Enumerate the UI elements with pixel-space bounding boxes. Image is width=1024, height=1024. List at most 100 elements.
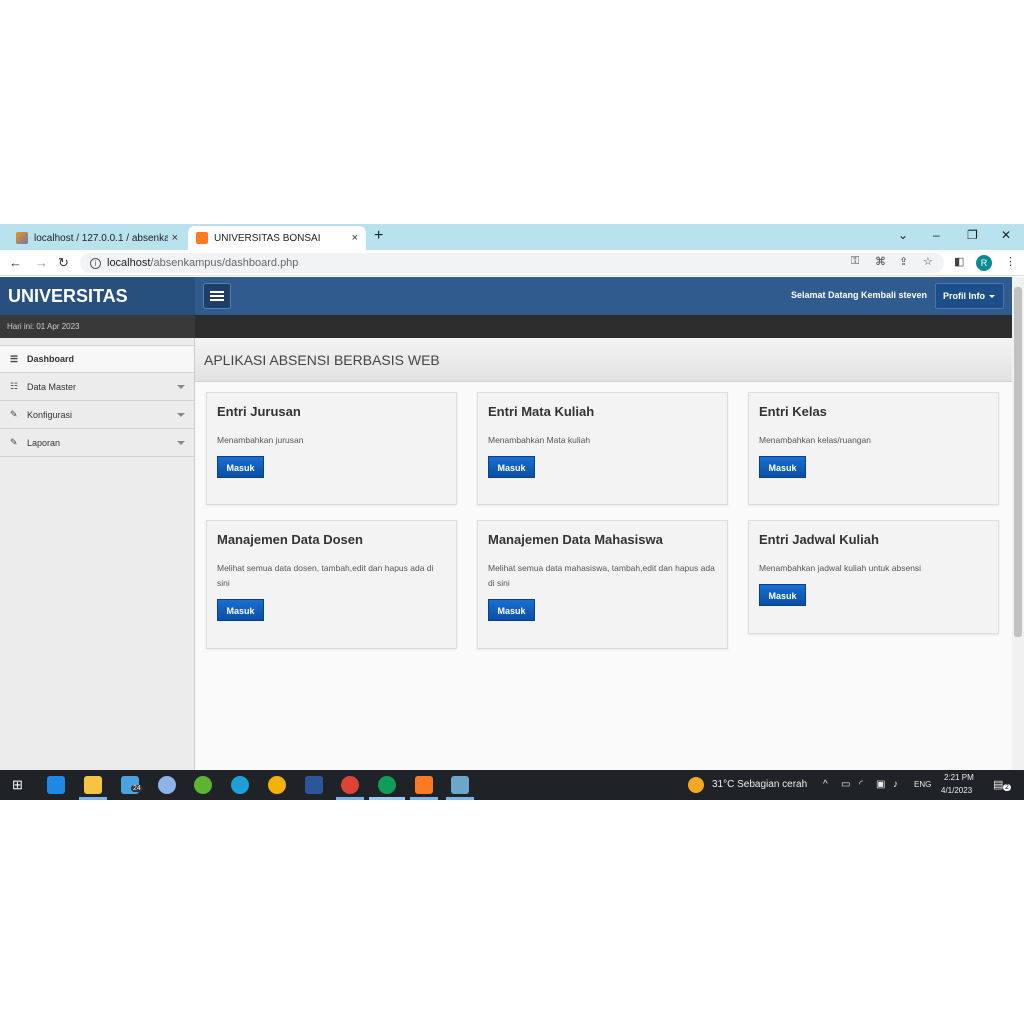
card-entri-mata-kuliah: Entri Mata Kuliah Menambahkan Mata kulia… <box>477 392 728 505</box>
card-entri-jurusan: Entri Jurusan Menambahkan jurusan Masuk <box>206 392 457 505</box>
card-description: Menambahkan Mata kuliah <box>488 435 591 445</box>
new-tab-button[interactable]: + <box>374 227 383 245</box>
wifi-icon[interactable]: ◜ <box>859 779 863 790</box>
info-icon[interactable]: i <box>90 257 101 269</box>
profile-avatar[interactable]: R <box>976 255 992 271</box>
close-window-icon[interactable]: ✕ <box>1001 228 1011 242</box>
edge-icon[interactable] <box>231 776 249 794</box>
card-entri-kelas: Entri Kelas Menambahkan kelas/ruangan Ma… <box>748 392 999 505</box>
share-icon[interactable]: ⇪ <box>899 255 908 268</box>
notification-icon[interactable]: ▤ <box>993 778 1003 791</box>
card-manajemen-data-dosen: Manajemen Data Dosen Melihat semua data … <box>206 520 457 649</box>
notepad-plus-icon[interactable] <box>194 776 212 794</box>
sidebar: ☰ Dashboard ☷ Data Master ✎ Konfigurasi … <box>0 338 195 770</box>
page-title: APLIKASI ABSENSI BERBASIS WEB <box>195 338 1012 382</box>
sidebar-item-data-master[interactable]: ☷ Data Master <box>0 373 194 401</box>
list-icon: ☰ <box>10 353 19 364</box>
card-entri-jadwal-kuliah: Entri Jadwal Kuliah Menambahkan jadwal k… <box>748 520 999 634</box>
pencil-icon: ✎ <box>10 437 18 447</box>
card-title: Entri Kelas <box>759 404 827 419</box>
card-description: Menambahkan jurusan <box>217 435 304 445</box>
sidebar-item-konfigurasi[interactable]: ✎ Konfigurasi <box>0 401 194 429</box>
weather-text[interactable]: 31°C Sebagian cerah <box>712 779 807 790</box>
page-scrollbar[interactable] <box>1012 277 1024 770</box>
active-indicator <box>79 797 107 800</box>
card-description: Menambahkan jadwal kuliah untuk absensi <box>759 563 922 573</box>
chrome-profile-r-icon[interactable] <box>378 776 396 794</box>
masuk-button[interactable]: Masuk <box>759 584 806 606</box>
masuk-button[interactable]: Masuk <box>759 456 806 478</box>
battery-icon[interactable]: ▭ <box>841 779 850 790</box>
windows-start-icon[interactable]: ⊞ <box>12 777 23 793</box>
word-icon[interactable] <box>305 776 323 794</box>
forward-icon[interactable]: → <box>35 255 48 270</box>
masuk-button[interactable]: Masuk <box>217 599 264 621</box>
language-indicator[interactable]: ENG <box>914 780 931 789</box>
translate-icon[interactable]: ⌘ <box>875 255 886 268</box>
task-view-icon[interactable] <box>47 776 65 794</box>
reload-icon[interactable]: ↻ <box>58 255 69 271</box>
hamburger-menu-icon[interactable] <box>203 283 231 309</box>
active-indicator <box>336 797 364 800</box>
sidebar-item-dashboard[interactable]: ☰ Dashboard <box>0 345 194 373</box>
active-indicator <box>410 797 438 800</box>
active-indicator <box>446 797 474 800</box>
clock-time[interactable]: 2:21 PM <box>944 773 974 782</box>
file-explorer-icon[interactable] <box>84 776 102 794</box>
sidebar-item-laporan[interactable]: ✎ Laporan <box>0 429 194 457</box>
menu-dots-icon[interactable]: ⋮ <box>1005 255 1016 268</box>
address-bar: ← → ↻ i localhost/absenkampus/dashboard.… <box>0 250 1024 276</box>
tab-universitas-bonsai[interactable]: UNIVERSITAS BONSAI × <box>188 226 366 250</box>
scrollbar-thumb[interactable] <box>1014 287 1022 637</box>
tab-search-icon[interactable]: ⌄ <box>898 228 908 242</box>
table-icon: ☷ <box>10 381 19 391</box>
browser-tab-strip: localhost / 127.0.0.1 / absenkamp × UNIV… <box>0 224 1024 250</box>
back-icon[interactable]: ← <box>9 255 22 270</box>
card-title: Entri Jurusan <box>217 404 301 419</box>
weather-icon[interactable] <box>688 777 704 793</box>
app-icon[interactable] <box>158 776 176 794</box>
active-indicator <box>369 797 405 800</box>
pencil-icon: ✎ <box>10 409 18 419</box>
bookmark-star-icon[interactable]: ☆ <box>923 255 933 268</box>
close-tab-icon[interactable]: × <box>172 232 178 244</box>
chrome-icon[interactable] <box>268 776 286 794</box>
sub-header: Hari ini: 01 Apr 2023 <box>0 315 1012 338</box>
app-icon[interactable] <box>451 776 469 794</box>
masuk-button[interactable]: Masuk <box>488 599 535 621</box>
card-title: Manajemen Data Dosen <box>217 532 363 547</box>
card-manajemen-data-mahasiswa: Manajemen Data Mahasiswa Melihat semua d… <box>477 520 728 649</box>
caret-down-icon <box>177 413 185 417</box>
key-icon[interactable]: ⚿ <box>851 255 859 268</box>
chevron-up-icon[interactable]: ^ <box>823 779 828 790</box>
phpmyadmin-icon <box>16 232 28 244</box>
tab-phpmyadmin[interactable]: localhost / 127.0.0.1 / absenkamp × <box>8 226 186 250</box>
minimize-icon[interactable]: – <box>933 228 940 242</box>
screen: localhost / 127.0.0.1 / absenkamp × UNIV… <box>0 224 1024 800</box>
card-description: Melihat semua data dosen, tambah,edit da… <box>217 563 434 588</box>
card-description: Menambahkan kelas/ruangan <box>759 435 871 445</box>
date-label: Hari ini: 01 Apr 2023 <box>0 315 195 338</box>
chrome-profile-icon[interactable] <box>341 776 359 794</box>
app-header: UNIVERSITAS BONSAI Selamat Datang Kembal… <box>0 277 1012 344</box>
display-icon[interactable]: ▣ <box>876 779 885 790</box>
masuk-button[interactable]: Masuk <box>488 456 535 478</box>
profile-info-button[interactable]: Profil Info <box>935 283 1004 309</box>
notification-badge: 2 <box>1003 784 1011 791</box>
side-panel-icon[interactable]: ◧ <box>954 255 964 268</box>
caret-down-icon <box>989 295 995 298</box>
xampp-icon <box>196 232 208 244</box>
volume-icon[interactable]: ♪ <box>893 779 898 790</box>
clock-date[interactable]: 4/1/2023 <box>941 786 972 795</box>
caret-down-icon <box>177 441 185 445</box>
masuk-button[interactable]: Masuk <box>217 456 264 478</box>
xampp-icon[interactable] <box>415 776 433 794</box>
card-title: Manajemen Data Mahasiswa <box>488 532 663 547</box>
close-tab-icon[interactable]: × <box>352 232 358 244</box>
main-content: APLIKASI ABSENSI BERBASIS WEB Entri Juru… <box>195 338 1012 770</box>
restore-icon[interactable]: ❐ <box>967 228 978 242</box>
brand-title[interactable]: UNIVERSITAS BONSAI <box>0 277 195 344</box>
taskbar: ⊞ 24 31°C Sebagian cerah ^ ▭ ◜ ▣ ♪ ENG 2… <box>0 770 1024 800</box>
url-input[interactable]: i localhost/absenkampus/dashboard.php <box>80 253 944 273</box>
mail-badge: 24 <box>131 785 143 792</box>
